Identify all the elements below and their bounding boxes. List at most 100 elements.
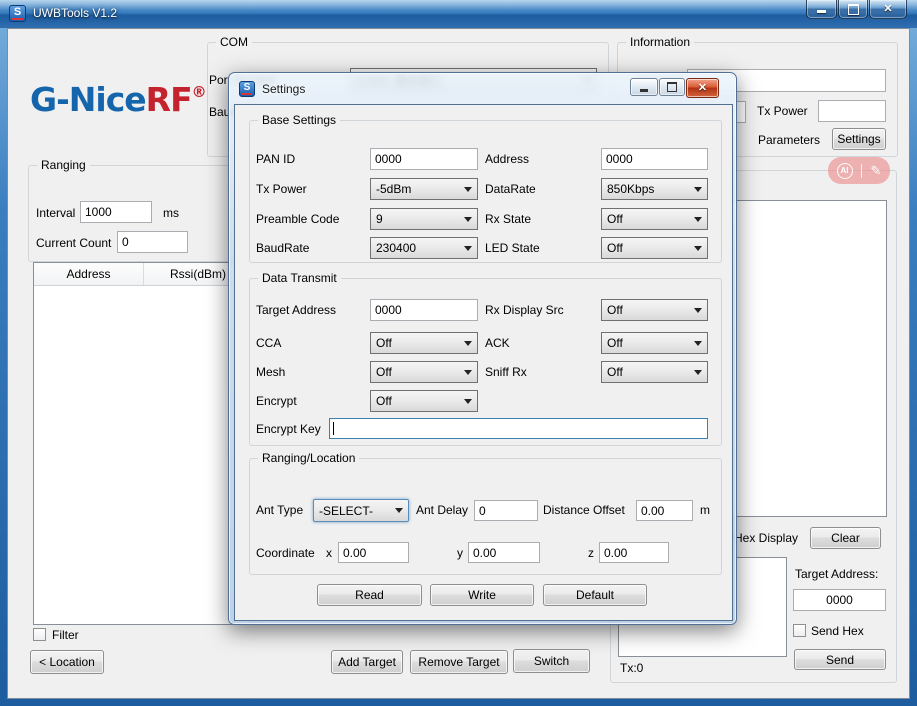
target-address-input[interactable]: [793, 589, 886, 611]
dialog-maximize-icon: [667, 82, 677, 92]
com-group-title: COM: [216, 35, 252, 49]
ack-label: ACK: [485, 336, 510, 350]
switch-button[interactable]: Switch: [513, 649, 590, 673]
encrypt-select[interactable]: Off: [370, 390, 478, 412]
table-header: Address Rssi(dBm): [34, 263, 252, 286]
cca-select[interactable]: Off: [370, 332, 478, 354]
write-button[interactable]: Write: [430, 584, 534, 606]
ack-select[interactable]: Off: [601, 332, 708, 354]
encrypt-label: Encrypt: [256, 394, 297, 408]
ant-type-label: Ant Type: [256, 503, 303, 517]
coordinate-z-input[interactable]: [599, 542, 669, 563]
chevron-down-icon: [464, 370, 472, 375]
coordinate-x-label: x: [326, 546, 332, 560]
filter-label: Filter: [52, 628, 79, 642]
rx-state-select[interactable]: Off: [601, 208, 708, 230]
coordinate-x-input[interactable]: [338, 542, 409, 563]
dialog-close-icon: ✕: [698, 83, 707, 94]
pan-id-label: PAN ID: [256, 152, 295, 166]
current-count-label: Current Count: [36, 236, 111, 250]
rx-display-src-select[interactable]: Off: [601, 299, 708, 321]
baudrate-value: 230400: [376, 241, 416, 255]
mesh-value: Off: [376, 365, 392, 379]
baudrate-select[interactable]: 230400: [370, 237, 478, 259]
coordinate-y-input[interactable]: [468, 542, 540, 563]
base-settings-title: Base Settings: [258, 113, 340, 127]
edit-pencil-icon: ✎: [871, 163, 882, 179]
cca-label: CCA: [256, 336, 281, 350]
interval-input[interactable]: [80, 201, 152, 223]
send-hex-label: Send Hex: [811, 624, 864, 638]
dialog-title: Settings: [262, 82, 305, 96]
chevron-down-icon: [694, 246, 702, 251]
dlg-target-address-input[interactable]: [370, 299, 478, 321]
tx-count-label: Tx:0: [620, 661, 643, 675]
titlebar-gloss: [0, 0, 917, 10]
led-state-value: Off: [607, 241, 623, 255]
maximize-button[interactable]: [838, 0, 868, 19]
send-hex-checkbox[interactable]: [793, 624, 806, 637]
tx-power-select[interactable]: -5dBm: [370, 178, 478, 200]
close-button[interactable]: ✕: [869, 0, 907, 19]
dialog-minimize-icon: [640, 89, 648, 92]
parameters-label: Parameters: [758, 133, 820, 147]
tx-power-info-field[interactable]: [818, 100, 886, 122]
ranging-table: Address Rssi(dBm): [33, 262, 253, 625]
parameters-settings-button[interactable]: Settings: [832, 128, 886, 150]
preamble-code-value: 9: [376, 212, 383, 226]
rx-state-value: Off: [607, 212, 623, 226]
window-titlebar[interactable]: S UWBTools V1.2: [0, 0, 917, 28]
tx-power-info-label: Tx Power: [757, 104, 808, 118]
distance-offset-input[interactable]: [636, 500, 693, 521]
address-column-header[interactable]: Address: [34, 263, 144, 285]
default-button[interactable]: Default: [543, 584, 647, 606]
registered-mark: ®: [192, 83, 207, 101]
current-count-input[interactable]: [117, 231, 188, 253]
pan-id-input[interactable]: [370, 148, 478, 170]
dialog-minimize-button[interactable]: [630, 78, 658, 96]
ant-type-select[interactable]: -SELECT-: [313, 499, 409, 522]
ant-delay-label: Ant Delay: [416, 503, 468, 517]
chevron-down-icon: [464, 399, 472, 404]
sniff-rx-select[interactable]: Off: [601, 361, 708, 383]
location-button[interactable]: < Location: [30, 650, 104, 674]
datarate-value: 850Kbps: [607, 182, 654, 196]
led-state-select[interactable]: Off: [601, 237, 708, 259]
ranging-location-title: Ranging/Location: [258, 451, 359, 465]
filter-checkbox[interactable]: [33, 628, 46, 641]
chevron-down-icon: [395, 508, 403, 513]
ranging-group-title: Ranging: [37, 158, 90, 172]
remove-target-button[interactable]: Remove Target: [410, 650, 508, 674]
minimize-button[interactable]: [806, 0, 837, 19]
encrypt-key-input[interactable]: [329, 418, 708, 439]
tx-power-label: Tx Power: [256, 182, 307, 196]
logo-blue-text: G-Nice: [30, 80, 146, 119]
mesh-select[interactable]: Off: [370, 361, 478, 383]
screen: S UWBTools V1.2 ✕ G-NiceRF® COM Port Num…: [0, 0, 917, 706]
ack-value: Off: [607, 336, 623, 350]
chevron-down-icon: [464, 341, 472, 346]
datarate-select[interactable]: 850Kbps: [601, 178, 708, 200]
preamble-code-select[interactable]: 9: [370, 208, 478, 230]
led-state-label: LED State: [485, 241, 540, 255]
minimize-icon: [817, 10, 826, 13]
distance-offset-label: Distance Offset: [543, 503, 625, 517]
data-transmit-title: Data Transmit: [258, 271, 341, 285]
ant-delay-input[interactable]: [474, 500, 538, 521]
rx-state-label: Rx State: [485, 212, 531, 226]
rx-display-src-label: Rx Display Src: [485, 303, 564, 317]
preamble-code-label: Preamble Code: [256, 212, 339, 226]
text-caret: [333, 422, 334, 435]
address-input[interactable]: [601, 148, 708, 170]
dialog-maximize-button[interactable]: [659, 78, 685, 96]
read-button[interactable]: Read: [317, 584, 422, 606]
clear-button[interactable]: Clear: [810, 527, 881, 549]
window-title: UWBTools V1.2: [33, 6, 117, 20]
send-button[interactable]: Send: [794, 649, 886, 670]
brand-logo: G-NiceRF®: [30, 80, 207, 119]
information-group-title: Information: [626, 35, 694, 49]
dialog-close-button[interactable]: ✕: [686, 78, 719, 98]
sniff-rx-value: Off: [607, 365, 623, 379]
app-icon: S: [9, 5, 26, 22]
add-target-button[interactable]: Add Target: [331, 650, 403, 674]
